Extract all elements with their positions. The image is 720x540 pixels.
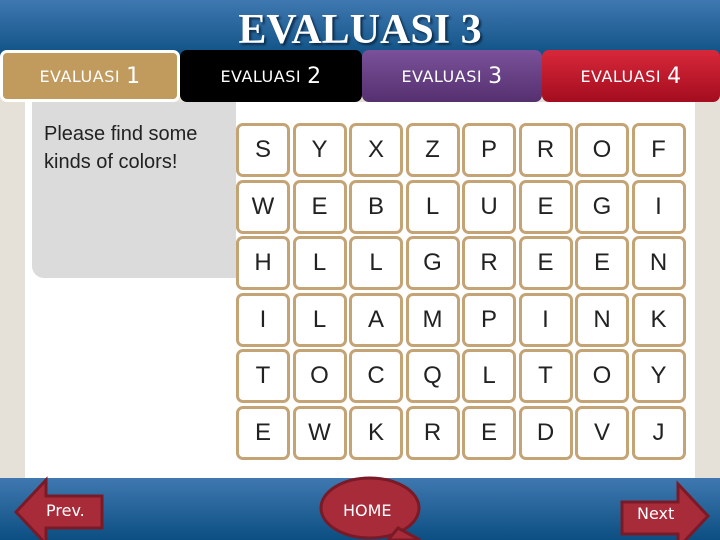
grid-cell[interactable]: F: [631, 123, 686, 177]
prev-label[interactable]: Prev.: [46, 501, 85, 520]
tab-number: 1: [126, 63, 141, 89]
grid-cell[interactable]: W: [292, 405, 347, 460]
grid-cell[interactable]: L: [292, 292, 347, 347]
grid-cell[interactable]: M: [405, 292, 460, 347]
grid-cell[interactable]: Y: [631, 349, 686, 403]
grid-cell[interactable]: T: [236, 349, 290, 403]
grid-cell[interactable]: D: [518, 405, 573, 460]
grid-cell[interactable]: E: [575, 236, 629, 290]
grid-cell[interactable]: L: [462, 349, 516, 403]
grid-cell[interactable]: E: [518, 236, 573, 290]
tab-evaluasi-2[interactable]: EVALUASI 2: [180, 50, 362, 102]
grid-cell[interactable]: L: [292, 236, 347, 290]
grid-cell[interactable]: G: [575, 179, 629, 234]
tab-label: EVALUASI: [401, 66, 483, 86]
grid-cell[interactable]: E: [236, 405, 290, 460]
grid-cell[interactable]: G: [405, 236, 460, 290]
home-label[interactable]: HOME: [343, 501, 392, 520]
grid-cell[interactable]: X: [349, 123, 403, 177]
grid-cell[interactable]: V: [575, 405, 629, 460]
grid-cell[interactable]: Z: [405, 123, 460, 177]
grid-cell[interactable]: E: [292, 179, 347, 234]
grid-cell[interactable]: B: [349, 179, 403, 234]
grid-cell[interactable]: P: [462, 292, 516, 347]
grid-cell[interactable]: T: [518, 349, 573, 403]
grid-cell[interactable]: R: [518, 123, 573, 177]
grid-cell[interactable]: A: [349, 292, 403, 347]
grid-cell[interactable]: J: [631, 405, 686, 460]
tab-evaluasi-3[interactable]: EVALUASI 3: [362, 50, 542, 102]
grid-cell[interactable]: E: [518, 179, 573, 234]
grid-cell[interactable]: R: [405, 405, 460, 460]
grid-cell[interactable]: Y: [292, 123, 347, 177]
tab-number: 2: [307, 63, 322, 89]
tab-number: 3: [488, 63, 503, 89]
grid-cell[interactable]: L: [405, 179, 460, 234]
grid-cell[interactable]: U: [462, 179, 516, 234]
page-title: EVALUASI 3: [238, 7, 482, 53]
grid-cell[interactable]: O: [292, 349, 347, 403]
tab-label: EVALUASI: [580, 66, 662, 86]
grid-cell[interactable]: Q: [405, 349, 460, 403]
tab-label: EVALUASI: [220, 66, 302, 86]
grid-cell[interactable]: N: [575, 292, 629, 347]
grid-cell[interactable]: N: [631, 236, 686, 290]
grid-cell[interactable]: L: [349, 236, 403, 290]
grid-cell[interactable]: O: [575, 349, 629, 403]
tab-label: EVALUASI: [39, 66, 121, 86]
grid-cell[interactable]: K: [631, 292, 686, 347]
tab-evaluasi-1[interactable]: EVALUASI 1: [0, 50, 180, 102]
grid-cell[interactable]: I: [518, 292, 573, 347]
grid-cell[interactable]: W: [236, 179, 290, 234]
grid-cell[interactable]: H: [236, 236, 290, 290]
instruction-text: Please find some kinds of colors!: [44, 123, 198, 173]
grid-cell[interactable]: I: [236, 292, 290, 347]
grid-cell[interactable]: C: [349, 349, 403, 403]
tab-number: 4: [667, 63, 682, 89]
grid-cell[interactable]: K: [349, 405, 403, 460]
grid-cell[interactable]: R: [462, 236, 516, 290]
next-label[interactable]: Next: [637, 504, 674, 523]
grid-cell[interactable]: O: [575, 123, 629, 177]
grid-cell[interactable]: I: [631, 179, 686, 234]
grid-cell[interactable]: E: [462, 405, 516, 460]
grid-cell[interactable]: P: [462, 123, 516, 177]
tab-evaluasi-4[interactable]: EVALUASI 4: [542, 50, 720, 102]
grid-cell[interactable]: S: [236, 123, 290, 177]
